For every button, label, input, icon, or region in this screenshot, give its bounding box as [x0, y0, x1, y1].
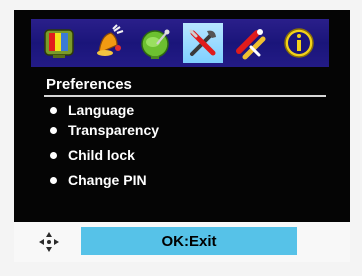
bullet-icon: [50, 151, 57, 159]
menu-item-language[interactable]: Language: [50, 100, 134, 120]
bullet-icon: [50, 106, 57, 114]
frame-top: [0, 0, 362, 10]
exit-button[interactable]: OK:Exit: [81, 227, 297, 255]
menu-item-label: Transparency: [68, 122, 160, 138]
osd-screen: Preferences Language Transparency Child …: [0, 0, 362, 276]
bullet-icon: [50, 176, 57, 184]
menu-item-transparency[interactable]: Transparency: [50, 120, 159, 140]
sound-icon[interactable]: [87, 23, 127, 63]
picture-icon[interactable]: [39, 23, 79, 63]
menu-item-label: Language: [68, 102, 135, 118]
section-title: Preferences: [46, 76, 132, 93]
bullet-icon: [50, 126, 57, 134]
installation-icon[interactable]: [231, 23, 271, 63]
menu-item-label: Change PIN: [68, 172, 147, 188]
footer-bar: OK:Exit: [14, 222, 350, 262]
satellite-dish-icon[interactable]: [135, 23, 175, 63]
menu-icon-bar: [31, 19, 329, 67]
tools-icon[interactable]: [183, 23, 223, 63]
menu-item-change-pin[interactable]: Change PIN: [50, 170, 147, 190]
menu-item-label: Child lock: [68, 147, 135, 163]
frame-bottom: [0, 262, 362, 276]
title-divider: [44, 95, 326, 97]
frame-left: [0, 0, 14, 276]
navigation-arrows-icon: [38, 231, 60, 253]
frame-right: [350, 0, 362, 276]
info-icon[interactable]: [279, 23, 319, 63]
menu-item-child-lock[interactable]: Child lock: [50, 145, 135, 165]
